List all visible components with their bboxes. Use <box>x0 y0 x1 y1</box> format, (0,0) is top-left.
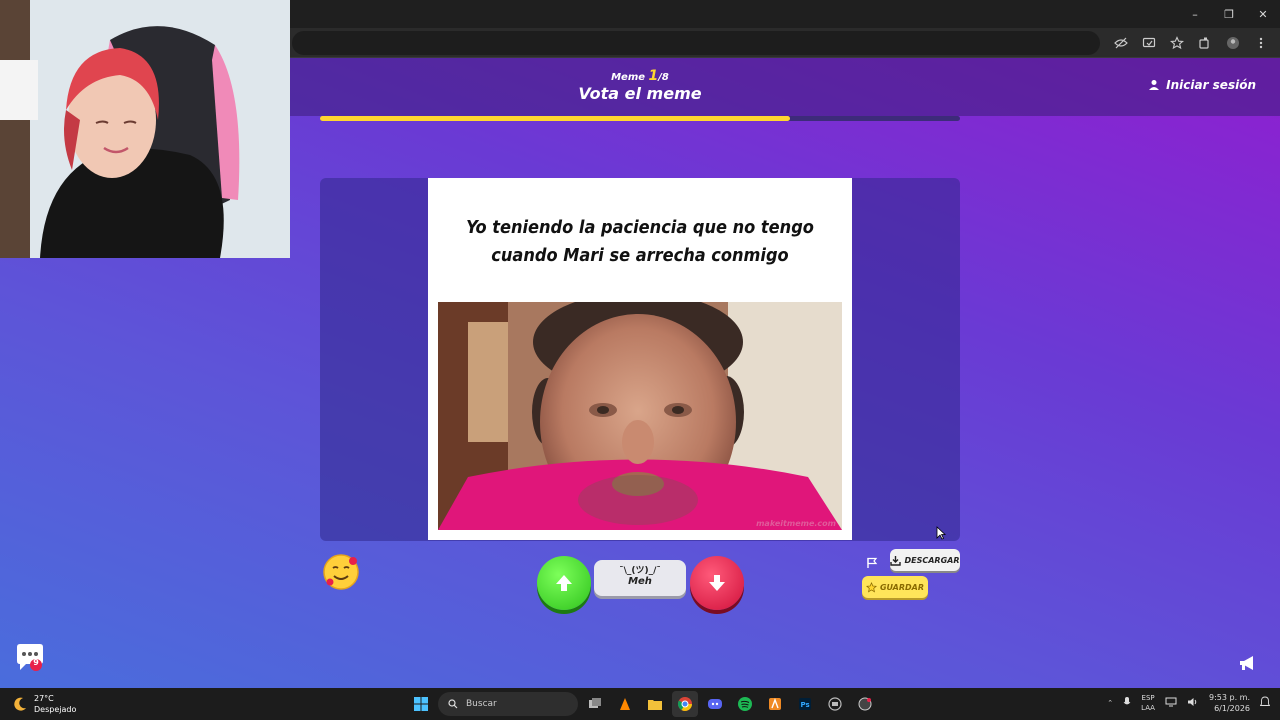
clock-date: 6/1/2026 <box>1214 704 1250 713</box>
weather-widget[interactable]: 27°C Despejado <box>12 693 76 715</box>
meme-caption: Yo teniendo la paciencia que no tengo cu… <box>466 217 814 266</box>
save-button[interactable]: GUARDAR <box>862 576 928 598</box>
tray-chevron-icon[interactable]: ⌃ <box>1107 699 1113 707</box>
arrow-up-icon <box>556 575 572 591</box>
microphone-icon[interactable] <box>1123 696 1131 710</box>
minimize-button[interactable]: – <box>1178 0 1212 28</box>
meh-button[interactable]: ¯\_(ツ)_/¯ Meh <box>594 560 686 596</box>
clock-time: 9:53 p. m. <box>1208 693 1250 702</box>
obs-icon[interactable] <box>852 691 878 717</box>
login-label: Iniciar sesión <box>1166 78 1256 92</box>
more-menu-icon[interactable] <box>1250 32 1272 54</box>
arrow-down-icon <box>709 575 725 591</box>
notifications-icon[interactable] <box>1259 696 1271 710</box>
bookmark-star-icon[interactable] <box>1166 32 1188 54</box>
window-controls: – ❐ ✕ <box>1178 0 1280 28</box>
extensions-icon[interactable] <box>1194 32 1216 54</box>
webcam-overlay <box>0 0 290 258</box>
chrome-icon[interactable] <box>672 691 698 717</box>
meh-label: Meh <box>628 576 652 587</box>
task-view-icon[interactable] <box>582 691 608 717</box>
round-progress-bar <box>320 116 960 121</box>
volume-icon[interactable] <box>1187 697 1199 709</box>
round-progress-fill <box>320 116 791 121</box>
media-app-icon[interactable] <box>822 691 848 717</box>
save-label: GUARDAR <box>879 582 925 592</box>
sound-toggle-button[interactable] <box>1238 653 1258 673</box>
weather-condition: Despejado <box>34 705 77 714</box>
chat-bubble-icon <box>17 644 43 671</box>
windows-taskbar: 27°C Despejado Buscar Ps ⌃ ESP LAA 9:53 … <box>0 688 1280 720</box>
weather-temperature: 27°C <box>34 694 54 703</box>
meme-photo: makeitmeme.com <box>438 302 842 530</box>
report-flag-icon[interactable] <box>866 554 878 568</box>
taskbar-search[interactable]: Buscar <box>438 692 578 716</box>
moon-icon <box>14 697 26 711</box>
clock[interactable]: 9:53 p. m. 6/1/2026 <box>1209 692 1250 714</box>
search-placeholder: Buscar <box>466 699 497 709</box>
spotify-icon[interactable] <box>732 691 758 717</box>
user-icon <box>1149 80 1160 90</box>
chat-badge: 9 <box>33 658 39 667</box>
megaphone-icon <box>1240 656 1253 670</box>
network-icon[interactable] <box>1165 697 1177 709</box>
upvote-button[interactable] <box>537 556 591 610</box>
meme-card: Yo teniendo la paciencia que no tengo cu… <box>428 178 852 540</box>
meme-watermark: makeitmeme.com <box>756 519 836 528</box>
meme-counter-prefix: Meme <box>611 72 649 83</box>
emoji-reaction-button[interactable] <box>322 553 360 591</box>
language-layout: LAA <box>1141 704 1155 712</box>
discord-icon[interactable] <box>702 691 728 717</box>
photoshop-icon[interactable]: Ps <box>792 691 818 717</box>
vlc-icon[interactable] <box>612 691 638 717</box>
file-explorer-icon[interactable] <box>642 691 668 717</box>
downvote-button[interactable] <box>690 556 744 610</box>
close-button[interactable]: ✕ <box>1246 0 1280 28</box>
language-indicator[interactable]: ESP LAA <box>1141 693 1155 713</box>
download-button[interactable]: DESCARGAR <box>890 549 960 571</box>
eye-off-icon[interactable] <box>1110 32 1132 54</box>
meme-counter-total: /8 <box>658 72 669 83</box>
windows-logo-icon <box>414 697 428 711</box>
address-bar[interactable] <box>292 31 1100 55</box>
cast-icon[interactable] <box>1138 32 1160 54</box>
language-code: ESP <box>1141 694 1155 702</box>
download-label: DESCARGAR <box>904 555 960 565</box>
maximize-button[interactable]: ❐ <box>1212 0 1246 28</box>
chat-button[interactable]: 9 <box>14 643 46 673</box>
system-tray: ⌃ ESP LAA 9:53 p. m. 6/1/2026 <box>1107 692 1271 714</box>
profile-icon[interactable] <box>1222 32 1244 54</box>
mouse-cursor-icon <box>936 525 947 540</box>
star-icon <box>866 581 877 592</box>
app-store-icon[interactable] <box>762 691 788 717</box>
start-button[interactable] <box>408 691 434 717</box>
smiling-face-icon <box>323 554 359 590</box>
meme-counter-current: 1 <box>648 68 659 84</box>
meh-face: ¯\_(ツ)_/¯ <box>619 566 661 576</box>
search-icon <box>448 699 458 709</box>
download-icon <box>890 555 902 566</box>
svg-text:Ps: Ps <box>801 701 810 709</box>
login-button[interactable]: Iniciar sesión <box>1148 78 1256 92</box>
